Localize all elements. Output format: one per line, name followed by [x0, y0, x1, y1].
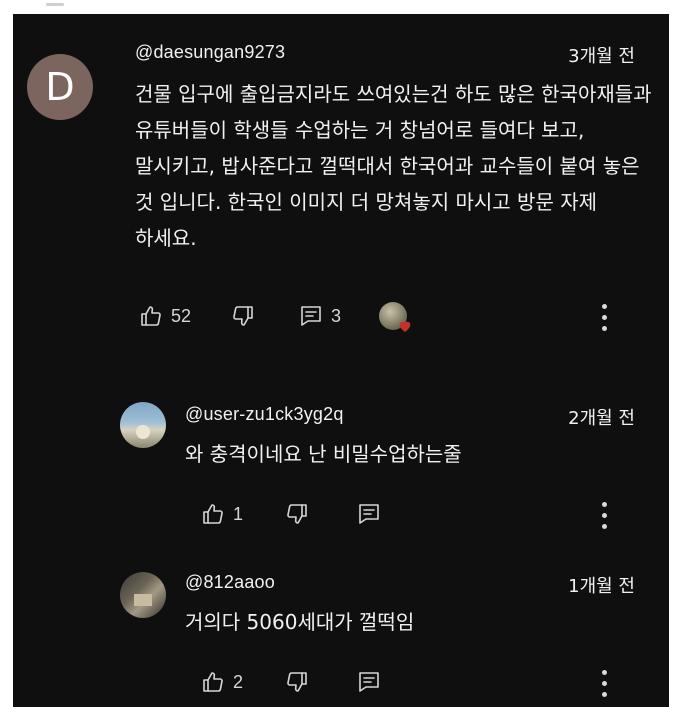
- dislike-button[interactable]: [231, 304, 255, 328]
- comment-text: 건물 입구에 출입금지라도 쓰여있는건 하도 많은 한국아재들과 유튜버들이 학…: [135, 82, 652, 250]
- reply-icon: [359, 672, 379, 692]
- thumbs-up-icon: [203, 672, 223, 692]
- like-button[interactable]: 2: [201, 670, 243, 694]
- like-button[interactable]: 1: [201, 502, 243, 526]
- reply-icon: [359, 504, 379, 524]
- more-vert-icon[interactable]: [602, 670, 608, 703]
- dislike-button[interactable]: [285, 502, 309, 526]
- thumbs-down-icon: [287, 672, 307, 692]
- more-vert-icon[interactable]: [602, 502, 608, 535]
- avatar-image: [134, 594, 152, 606]
- reply-count: 3: [331, 305, 342, 326]
- reply-text: 와 충격이네요 난 비밀수업하는줄: [185, 442, 462, 466]
- creator-heart: [379, 302, 413, 336]
- comment-actions: 52 3: [139, 302, 659, 336]
- reply-author[interactable]: @user-zu1ck3yg2q: [185, 404, 344, 425]
- reply-time[interactable]: 2개월 전: [568, 404, 635, 430]
- like-count: 2: [233, 671, 244, 692]
- reply-text: 거의다 5060세대가 껄떡임: [185, 610, 415, 634]
- avatar[interactable]: [120, 572, 166, 618]
- like-count: 1: [233, 503, 244, 524]
- reply-thread: @user-zu1ck3yg2q 2개월 전 와 충격이네요 난 비밀수업하는줄…: [13, 390, 669, 540]
- reply-time[interactable]: 1개월 전: [568, 572, 635, 598]
- reply-button[interactable]: [357, 670, 381, 694]
- more-vert-icon[interactable]: [602, 304, 608, 337]
- top-strip: [0, 0, 682, 14]
- comments-panel: D @daesungan9273 3개월 전 건물 입구에 출입금지라도 쓰여있…: [13, 14, 669, 707]
- reply-actions: 1: [201, 502, 501, 532]
- comment-thread: D @daesungan9273 3개월 전 건물 입구에 출입금지라도 쓰여있…: [13, 14, 669, 354]
- reply-icon: [301, 306, 321, 326]
- avatar[interactable]: [120, 402, 166, 448]
- thumbs-up-icon: [203, 504, 223, 524]
- reply-button[interactable]: 3: [299, 304, 341, 328]
- reply-thread: @812aaoo 1개월 전 거의다 5060세대가 껄떡임 2: [13, 566, 669, 707]
- avatar-image: [136, 425, 150, 439]
- reply-actions: 2: [201, 670, 501, 700]
- comment-author[interactable]: @daesungan9273: [135, 42, 285, 63]
- thumbs-down-icon: [233, 306, 253, 326]
- comment-time[interactable]: 3개월 전: [568, 42, 635, 68]
- reply-author[interactable]: @812aaoo: [185, 572, 275, 593]
- like-count: 52: [171, 305, 192, 326]
- heart-icon: [399, 321, 411, 332]
- avatar-letter: D: [45, 65, 75, 109]
- like-button[interactable]: 52: [139, 304, 191, 328]
- reply-button[interactable]: [357, 502, 381, 526]
- dislike-button[interactable]: [285, 670, 309, 694]
- avatar[interactable]: D: [27, 54, 93, 120]
- thumbs-up-icon: [141, 306, 161, 326]
- thumbs-down-icon: [287, 504, 307, 524]
- header-mark: [46, 3, 64, 6]
